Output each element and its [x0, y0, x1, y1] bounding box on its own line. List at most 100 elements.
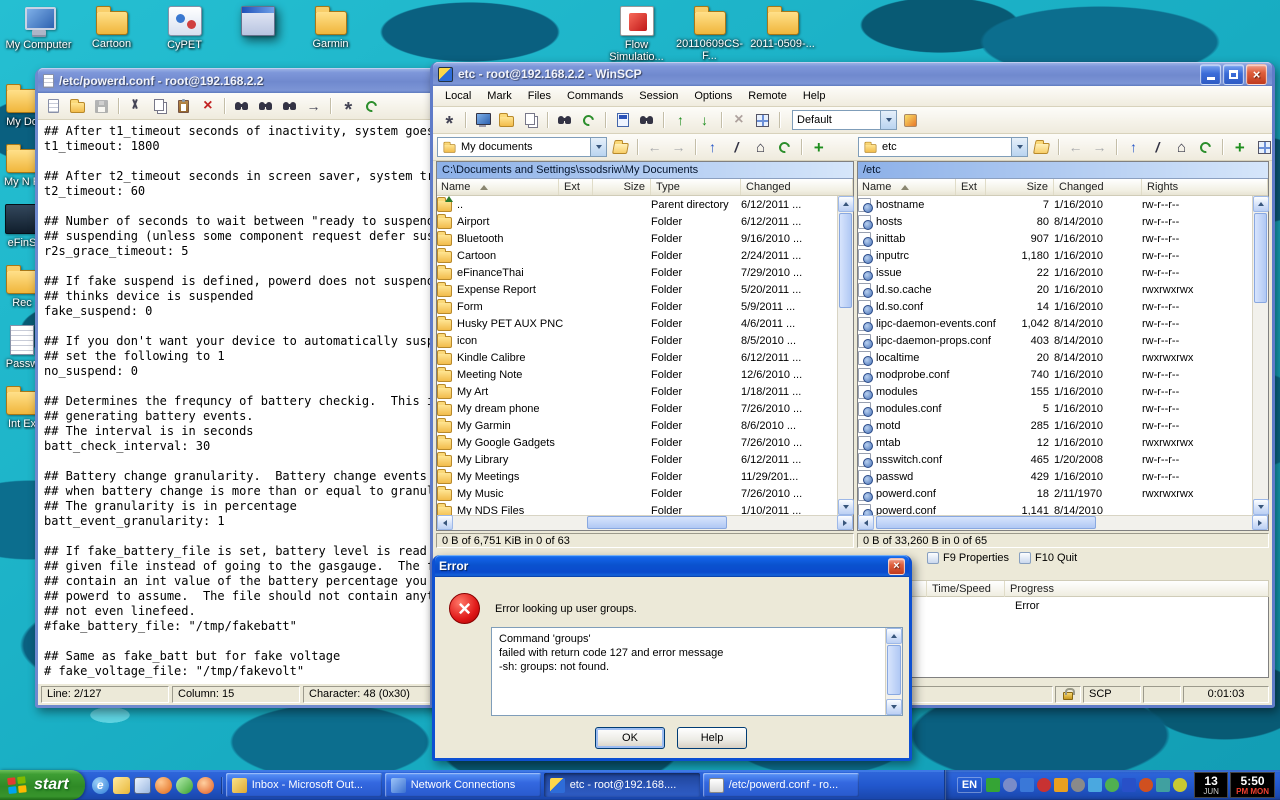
- scrollbar-thumb[interactable]: [1254, 213, 1267, 303]
- column-header[interactable]: Changed: [1054, 179, 1142, 195]
- separator[interactable]: [326, 95, 335, 117]
- local-file-list[interactable]: .. Parent directory 6/12/2011 ... Airpor…: [437, 196, 853, 515]
- start-button[interactable]: start: [0, 770, 85, 800]
- column-header[interactable]: Size: [986, 179, 1054, 195]
- forward-icon[interactable]: [667, 136, 690, 158]
- separator[interactable]: [601, 109, 610, 131]
- desktop-icon-proxy[interactable]: proxy: [221, 6, 294, 51]
- maximize-button[interactable]: [1223, 63, 1244, 85]
- tray-bluetooth-icon[interactable]: [1122, 778, 1137, 792]
- vertical-scrollbar[interactable]: [1252, 196, 1269, 515]
- remote-drive-combo[interactable]: etc: [858, 137, 1028, 157]
- desktop-icon-cartoon[interactable]: Cartoon: [75, 6, 148, 51]
- error-details-box[interactable]: Command 'groups' failed with return code…: [491, 627, 903, 716]
- file-row[interactable]: icon Folder 8/5/2010 ...: [437, 332, 853, 349]
- local-path-bar[interactable]: C:\Documents and Settings\ssodsriw\My Do…: [437, 162, 853, 179]
- open-directory-icon[interactable]: [609, 136, 632, 158]
- file-row[interactable]: My Meetings Folder 11/29/201...: [437, 468, 853, 485]
- cut-icon[interactable]: [124, 95, 147, 117]
- file-row[interactable]: My Art Folder 1/18/2011 ...: [437, 383, 853, 400]
- file-row[interactable]: mtab 12 1/16/2010 rwxrwxrwx: [858, 434, 1268, 451]
- separator[interactable]: [1218, 136, 1227, 158]
- find-icon[interactable]: [230, 95, 253, 117]
- forward-icon[interactable]: [1088, 136, 1111, 158]
- file-row[interactable]: .. Parent directory 6/12/2011 ...: [437, 196, 853, 213]
- combo-dropdown-icon[interactable]: [880, 111, 896, 129]
- horizontal-scrollbar[interactable]: [858, 515, 1268, 530]
- firefox-icon[interactable]: [196, 776, 214, 794]
- scrollbar-thumb[interactable]: [839, 213, 852, 308]
- scrollbar-thumb[interactable]: [876, 516, 1096, 529]
- column-header[interactable]: Rights: [1142, 179, 1268, 195]
- remote-path-bar[interactable]: /etc: [858, 162, 1268, 179]
- column-header[interactable]: Changed: [741, 179, 853, 195]
- file-row[interactable]: ld.so.cache 20 1/16/2010 rwxrwxrwx: [858, 281, 1268, 298]
- taskbar-button-winscp[interactable]: etc - root@192.168....: [543, 773, 700, 797]
- new-file-icon[interactable]: [42, 95, 65, 117]
- new-session-icon[interactable]: [471, 109, 494, 131]
- menu-item[interactable]: Files: [520, 87, 559, 105]
- file-row[interactable]: Expense Report Folder 5/20/2011 ...: [437, 281, 853, 298]
- parent-directory-icon[interactable]: [701, 136, 724, 158]
- settings-icon[interactable]: [336, 95, 359, 117]
- taskbar-button-network-connections[interactable]: Network Connections: [384, 773, 541, 797]
- queue-column-progress[interactable]: Progress: [1004, 581, 1074, 597]
- media-player-icon[interactable]: [154, 776, 172, 794]
- column-header[interactable]: Ext: [956, 179, 986, 195]
- taskbar-button-editor[interactable]: /etc/powerd.conf - ro...: [702, 773, 859, 797]
- f10-quit-button[interactable]: F10 Quit: [1019, 552, 1077, 564]
- error-dialog-titlebar[interactable]: Error ×: [435, 555, 909, 577]
- file-row[interactable]: Cartoon Folder 2/24/2011 ...: [437, 247, 853, 264]
- desktop-icon-my-computer[interactable]: My Computer: [2, 6, 75, 51]
- column-header[interactable]: Name: [858, 179, 956, 195]
- separator[interactable]: [717, 109, 726, 131]
- separator[interactable]: [633, 136, 642, 158]
- refresh-icon[interactable]: [773, 136, 796, 158]
- duplicate-session-icon[interactable]: [519, 109, 542, 131]
- tray-network-icon[interactable]: [1020, 778, 1035, 792]
- find-next-icon[interactable]: [254, 95, 277, 117]
- tray-date-tile[interactable]: 13 JUN: [1194, 772, 1229, 798]
- separator[interactable]: [659, 109, 668, 131]
- help-button[interactable]: Help: [677, 727, 747, 749]
- file-row[interactable]: Meeting Note Folder 12/6/2010 ...: [437, 366, 853, 383]
- tray-clock-icon[interactable]: [1173, 778, 1188, 792]
- add-bookmark-icon[interactable]: [1228, 136, 1251, 158]
- download-icon[interactable]: [693, 109, 716, 131]
- desktop-icon-flow-simulation[interactable]: Flow Simulatio...: [600, 6, 673, 63]
- desktop-icon-2011-0509[interactable]: 2011-0509-...: [746, 6, 819, 63]
- file-row[interactable]: modules.conf 5 1/16/2010 rw-r--r--: [858, 400, 1268, 417]
- f9-properties-button[interactable]: F9 Properties: [927, 552, 1009, 564]
- desktop-icon-20110609cs[interactable]: 20110609CS-F...: [673, 6, 746, 63]
- synchronize-icon[interactable]: [577, 109, 600, 131]
- separator[interactable]: [220, 95, 229, 117]
- scroll-up-icon[interactable]: [886, 628, 902, 644]
- home-directory-icon[interactable]: [749, 136, 772, 158]
- language-indicator[interactable]: EN: [956, 777, 983, 793]
- file-row[interactable]: localtime 20 8/14/2010 rwxrwxrwx: [858, 349, 1268, 366]
- save-icon[interactable]: [90, 95, 113, 117]
- vertical-scrollbar[interactable]: [885, 628, 902, 715]
- paste-icon[interactable]: [172, 95, 195, 117]
- file-row[interactable]: modules 155 1/16/2010 rw-r--r--: [858, 383, 1268, 400]
- desktop-icon-garmin[interactable]: Garmin: [294, 6, 367, 51]
- scrollbar-thumb[interactable]: [587, 516, 727, 529]
- vertical-scrollbar[interactable]: [837, 196, 854, 515]
- combo-dropdown-icon[interactable]: [1011, 138, 1027, 156]
- file-row[interactable]: lipc-daemon-props.conf 403 8/14/2010 rw-…: [858, 332, 1268, 349]
- home-directory-icon[interactable]: [1170, 136, 1193, 158]
- file-row[interactable]: passwd 429 1/16/2010 rw-r--r--: [858, 468, 1268, 485]
- file-row[interactable]: powerd.conf 18 2/11/1970 rwxrwxrwx: [858, 485, 1268, 502]
- file-row[interactable]: hostname 7 1/16/2010 rw-r--r--: [858, 196, 1268, 213]
- abort-icon[interactable]: [727, 109, 750, 131]
- command-console-icon[interactable]: [611, 109, 634, 131]
- file-row[interactable]: My dream phone Folder 7/26/2010 ...: [437, 400, 853, 417]
- scrollbar-thumb[interactable]: [887, 645, 901, 695]
- tray-sync-icon[interactable]: [1156, 778, 1171, 792]
- preferences-icon[interactable]: [437, 109, 460, 131]
- scroll-up-icon[interactable]: [1253, 196, 1269, 212]
- tray-display-icon[interactable]: [1088, 778, 1103, 792]
- dialog-close-button[interactable]: ×: [888, 557, 905, 575]
- open-directory-icon[interactable]: [1030, 136, 1053, 158]
- combo-dropdown-icon[interactable]: [590, 138, 606, 156]
